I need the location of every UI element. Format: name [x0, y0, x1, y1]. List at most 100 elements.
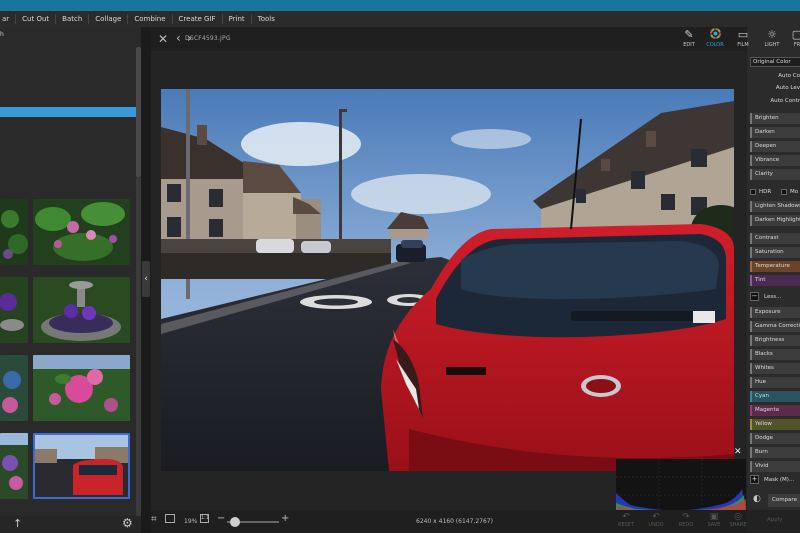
- slider-gamma-correction[interactable]: Gamma Correction: [750, 321, 800, 332]
- color-wheel-icon: [703, 28, 727, 42]
- thumbnail[interactable]: [0, 277, 28, 343]
- tab-light[interactable]: ☼ LIGHT: [760, 28, 784, 48]
- zoom-percentage: 19%: [184, 518, 198, 525]
- auto-levels-button[interactable]: Auto Lev: [747, 85, 800, 91]
- histogram-close-icon[interactable]: ✕: [734, 447, 742, 457]
- mode-checkbox[interactable]: [780, 188, 787, 195]
- compare-icon[interactable]: ◐: [753, 494, 761, 504]
- less-toggle-button[interactable]: −: [750, 292, 759, 301]
- thumbnail[interactable]: [33, 277, 130, 343]
- compare-button[interactable]: Compare: [768, 494, 800, 507]
- viewer-status-bar: ⌗ 19% 1:1 − + 6240 x 4160 (6147,2767) ↶ R…: [151, 510, 747, 533]
- browser-footer: ↑ ⚙: [0, 516, 141, 533]
- slider-brightness[interactable]: Brightness: [750, 335, 800, 346]
- less-label[interactable]: Less...: [764, 294, 781, 300]
- menu-item-combine[interactable]: Combine: [127, 14, 171, 24]
- zoom-slider-handle[interactable]: [230, 517, 240, 527]
- slider-magenta[interactable]: Magenta: [750, 405, 800, 416]
- color-preset-select[interactable]: Original Color: [750, 57, 800, 67]
- menu-item-print[interactable]: Print: [221, 14, 251, 24]
- hdr-checkbox[interactable]: [750, 188, 756, 195]
- image-dimensions: 6240 x 4160 (6147,2767): [416, 518, 493, 525]
- reset-button[interactable]: ↶ RESET: [615, 512, 637, 528]
- menu-item-batch[interactable]: Batch: [55, 14, 88, 24]
- slider-contrast[interactable]: Contrast: [750, 233, 800, 244]
- file-name: DSCF4593.JPG: [185, 35, 231, 42]
- menu-item-tools[interactable]: Tools: [250, 14, 281, 24]
- main-photo[interactable]: [161, 89, 734, 471]
- undo-button[interactable]: ↶ UNDO: [645, 512, 667, 528]
- chevron-left-icon: ‹: [144, 274, 148, 284]
- tab-edit[interactable]: ✎ EDIT: [677, 28, 701, 48]
- zoom-out-button[interactable]: −: [217, 513, 225, 524]
- slider-darken[interactable]: Darken: [750, 127, 800, 138]
- slider-brighten[interactable]: Brighten: [750, 113, 800, 124]
- redo-button[interactable]: ↷ REDO: [675, 512, 697, 528]
- light-icon: ☼: [767, 28, 777, 41]
- share-icon: ◎: [734, 512, 742, 522]
- actual-size-button[interactable]: 1:1: [200, 514, 209, 523]
- slider-dodge[interactable]: Dodge: [750, 433, 800, 444]
- auto-color-button[interactable]: Auto Co: [747, 73, 800, 79]
- edit-icon: ✎: [684, 28, 694, 41]
- menu-item-editor[interactable]: ar: [0, 14, 15, 24]
- auto-contrast-button[interactable]: Auto Contr: [747, 98, 800, 104]
- viewer-toolbar: ✕ ‹ › DSCF4593.JPG: [151, 27, 747, 51]
- slider-deepen[interactable]: Deepen: [750, 141, 800, 152]
- slider-clarity[interactable]: Clarity: [750, 169, 800, 180]
- file-browser-panel: h ↑ ⚙: [0, 27, 141, 533]
- thumbnail-selected[interactable]: [33, 433, 130, 499]
- hdr-toggle[interactable]: HDR Mo: [750, 186, 800, 198]
- tab-frame[interactable]: ▢ FR: [785, 28, 800, 48]
- slider-exposure[interactable]: Exposure: [750, 307, 800, 318]
- menu-item-collage[interactable]: Collage: [88, 14, 127, 24]
- menu-bar: ar Cut Out Batch Collage Combine Create …: [0, 11, 800, 27]
- slider-darken-highlights[interactable]: Darken Highlights: [750, 215, 800, 226]
- slider-vibrance[interactable]: Vibrance: [750, 155, 800, 166]
- film-icon: ▭: [737, 28, 749, 41]
- collapse-panel-button[interactable]: ‹: [142, 261, 150, 297]
- chevron-left-icon[interactable]: ‹: [176, 31, 181, 45]
- thumbnail[interactable]: [0, 355, 28, 421]
- slider-blacks[interactable]: Blacks: [750, 349, 800, 360]
- thumbnail[interactable]: [33, 355, 130, 421]
- tab-color[interactable]: COLOR: [703, 28, 727, 48]
- thumbnail[interactable]: [0, 433, 28, 499]
- share-button[interactable]: ◎ SHARE: [727, 512, 749, 528]
- save-icon: ▣: [709, 512, 719, 522]
- undo-all-icon: ↶: [622, 512, 630, 522]
- redo-icon: ↷: [682, 512, 690, 522]
- tool-tabs: ✎ EDIT COLOR ▭ FILM ☼ LIGHT ▢ FR: [683, 27, 800, 51]
- mask-label[interactable]: Mask (M)...: [764, 477, 794, 483]
- tab-film[interactable]: ▭ FILM: [731, 28, 755, 48]
- slider-temperature[interactable]: Temperature: [750, 261, 800, 272]
- menu-item-create-gif[interactable]: Create GIF: [171, 14, 222, 24]
- mask-add-button[interactable]: +: [750, 475, 759, 484]
- thumbnail[interactable]: [0, 199, 28, 265]
- slider-saturation[interactable]: Saturation: [750, 247, 800, 258]
- slider-hue[interactable]: Hue: [750, 377, 800, 388]
- slider-whites[interactable]: Whites: [750, 363, 800, 374]
- close-icon[interactable]: ✕: [158, 32, 168, 46]
- slider-lighten-shadows[interactable]: Lighten Shadows: [750, 201, 800, 212]
- menu-item-cut-out[interactable]: Cut Out: [15, 14, 55, 24]
- slider-tint[interactable]: Tint: [750, 275, 800, 286]
- frame-icon[interactable]: [165, 514, 175, 523]
- image-viewer: ✕ ‹ › DSCF4593.JPG ✕ ⌗ 19% 1:1 − + 6240 …: [151, 27, 747, 533]
- slider-vivid[interactable]: Vivid: [750, 461, 800, 472]
- crop-icon[interactable]: ⌗: [151, 514, 157, 525]
- photo-editor-app: ar Cut Out Batch Collage Combine Create …: [0, 0, 800, 533]
- gear-icon[interactable]: ⚙: [122, 516, 133, 530]
- minus-icon: −: [751, 292, 758, 300]
- plus-icon: +: [751, 475, 758, 483]
- slider-cyan[interactable]: Cyan: [750, 391, 800, 402]
- save-button[interactable]: ▣ SAVE: [703, 512, 725, 528]
- title-strip: [0, 0, 800, 11]
- apply-button[interactable]: Apply: [767, 517, 783, 523]
- selected-folder-row[interactable]: [0, 107, 136, 117]
- arrow-up-icon[interactable]: ↑: [13, 517, 22, 530]
- slider-burn[interactable]: Burn: [750, 447, 800, 458]
- thumbnail[interactable]: [33, 199, 130, 265]
- zoom-in-button[interactable]: +: [281, 513, 289, 524]
- slider-yellow[interactable]: Yellow: [750, 419, 800, 430]
